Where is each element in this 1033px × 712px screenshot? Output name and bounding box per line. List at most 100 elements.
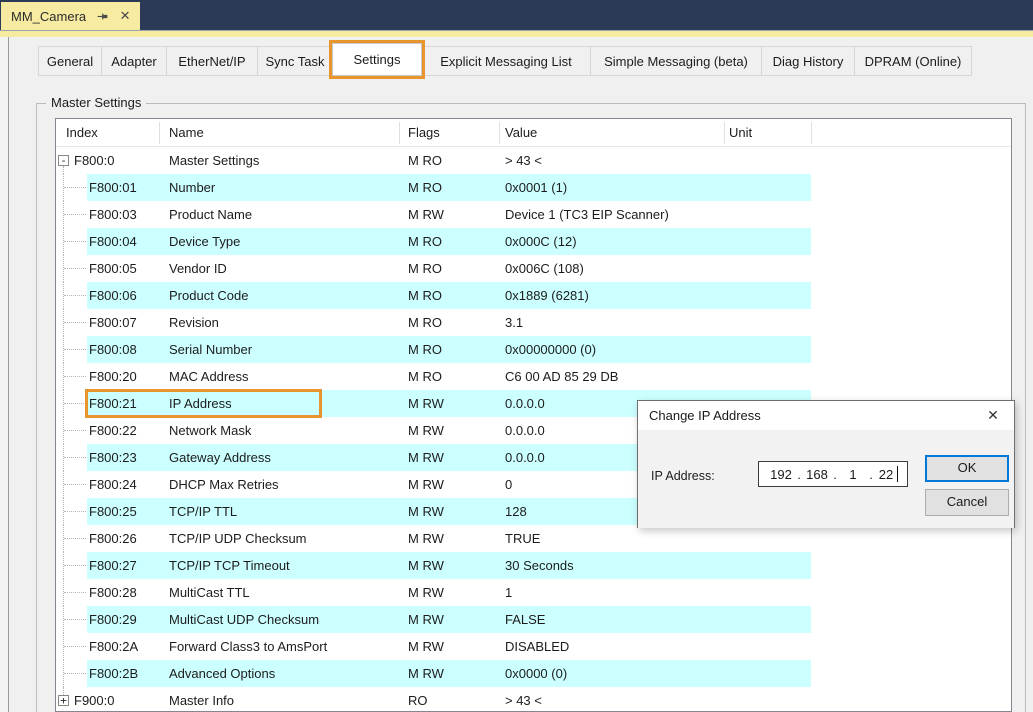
tab-ethernet-ip[interactable]: EtherNet/IP (166, 46, 258, 76)
document-tab-label: MM_Camera (11, 9, 86, 24)
row-flags: M RW (408, 525, 444, 552)
close-icon[interactable]: ✕ (118, 9, 132, 23)
table-row[interactable]: F800:2BAdvanced OptionsM RW0x0000 (0) (56, 660, 1011, 687)
column-separator[interactable] (811, 122, 812, 144)
tree-line (64, 295, 86, 296)
tab-dpram-online-[interactable]: DPRAM (Online) (854, 46, 972, 76)
tree-line (64, 349, 86, 350)
ip-octet-4: 22 (876, 467, 896, 482)
dialog-close-icon[interactable]: ✕ (972, 401, 1014, 430)
row-value: 3.1 (505, 309, 523, 336)
row-index: F800:08 (89, 336, 137, 363)
table-row[interactable]: F800:05Vendor IDM RO0x006C (108) (56, 255, 1011, 282)
row-name: MAC Address (169, 363, 248, 390)
dialog-body: IP Address: 192 . 168 . 1 . 22 OK Cancel (638, 430, 1014, 528)
tree-line (64, 322, 86, 323)
table-row[interactable]: F800:04Device TypeM RO0x000C (12) (56, 228, 1011, 255)
row-flags: RO (408, 687, 428, 712)
row-flags: M RW (408, 633, 444, 660)
row-flags: M RW (408, 201, 444, 228)
table-row[interactable]: F800:2AForward Class3 to AmsPortM RWDISA… (56, 633, 1011, 660)
row-flags: M RW (408, 471, 444, 498)
cancel-button[interactable]: Cancel (925, 489, 1009, 516)
row-value: TRUE (505, 525, 540, 552)
row-name: MultiCast UDP Checksum (169, 606, 319, 633)
row-value: 0.0.0.0 (505, 417, 545, 444)
document-tab[interactable]: MM_Camera ✕ (1, 2, 140, 30)
tree-line (64, 673, 86, 674)
table-row[interactable]: F800:20MAC AddressM ROC6 00 AD 85 29 DB (56, 363, 1011, 390)
row-flags: M RW (408, 444, 444, 471)
table-row[interactable]: +F900:0Master InfoRO> 43 < (56, 687, 1011, 712)
row-flags: M RW (408, 660, 444, 687)
table-row[interactable]: F800:28MultiCast TTLM RW1 (56, 579, 1011, 606)
row-index: F800:07 (89, 309, 137, 336)
table-row[interactable]: F800:08Serial NumberM RO0x00000000 (0) (56, 336, 1011, 363)
row-value: 0.0.0.0 (505, 390, 545, 417)
column-header-flags[interactable]: Flags (408, 119, 440, 147)
tree-line (64, 430, 86, 431)
row-flags: M RO (408, 282, 442, 309)
table-row[interactable]: -F800:0Master SettingsM RO> 43 < (56, 147, 1011, 174)
tab-general[interactable]: General (38, 46, 102, 76)
table-row[interactable]: F800:06Product CodeM RO0x1889 (6281) (56, 282, 1011, 309)
tree-line (63, 166, 64, 174)
column-header-value[interactable]: Value (505, 119, 537, 147)
ip-address-input[interactable]: 192 . 168 . 1 . 22 (758, 461, 908, 487)
column-separator[interactable] (499, 122, 500, 144)
ok-button[interactable]: OK (925, 455, 1009, 482)
row-name: TCP/IP TTL (169, 498, 237, 525)
tab-simple-messaging-beta-[interactable]: Simple Messaging (beta) (590, 46, 762, 76)
row-name: DHCP Max Retries (169, 471, 279, 498)
tree-line (64, 403, 86, 404)
tab-sync-task[interactable]: Sync Task (257, 46, 333, 76)
dialog-titlebar[interactable]: Change IP Address ✕ (638, 401, 1014, 430)
table-row[interactable]: F800:26TCP/IP UDP ChecksumM RWTRUE (56, 525, 1011, 552)
pin-icon[interactable] (95, 9, 109, 23)
column-header-index[interactable]: Index (66, 119, 98, 147)
tab-adapter[interactable]: Adapter (101, 46, 167, 76)
tab-explicit-messaging-list[interactable]: Explicit Messaging List (421, 46, 591, 76)
expand-icon[interactable]: + (58, 695, 69, 706)
row-index: F800:01 (89, 174, 137, 201)
column-header-unit[interactable]: Unit (729, 119, 752, 147)
row-value: > 43 < (505, 687, 542, 712)
row-value: 0x000C (12) (505, 228, 577, 255)
row-value: 0x0001 (1) (505, 174, 567, 201)
table-row[interactable]: F800:29 MultiCast UDP Checksum M RW FALSE (56, 606, 1011, 633)
groupbox-title: Master Settings (46, 95, 146, 110)
row-name: Product Name (169, 201, 252, 228)
tree-line (64, 646, 86, 647)
row-name: Forward Class3 to AmsPort (169, 633, 327, 660)
column-separator[interactable] (724, 122, 725, 144)
table-row[interactable]: F800:27TCP/IP TCP TimeoutM RW30 Seconds (56, 552, 1011, 579)
collapse-icon[interactable]: - (58, 155, 69, 166)
tree-line (64, 619, 86, 620)
table-row[interactable]: F800:07RevisionM RO3.1 (56, 309, 1011, 336)
tree-line (64, 565, 86, 566)
table-row[interactable]: F800:03Product NameM RWDevice 1 (TC3 EIP… (56, 201, 1011, 228)
row-index: F800:0 (74, 147, 114, 174)
row-flags: M RW (408, 390, 444, 417)
row-name: Number (169, 174, 215, 201)
table-row[interactable]: F800:01NumberM RO0x0001 (1) (56, 174, 1011, 201)
tab-settings[interactable]: Settings (332, 43, 422, 76)
row-value: 0x0000 (0) (505, 660, 567, 687)
row-value: FALSE (505, 606, 545, 633)
row-index: F800:04 (89, 228, 137, 255)
tree-line (64, 484, 86, 485)
tree-line (64, 214, 86, 215)
column-header-name[interactable]: Name (169, 119, 204, 147)
row-name: Vendor ID (169, 255, 227, 282)
tab-diag-history[interactable]: Diag History (761, 46, 855, 76)
row-name: Gateway Address (169, 444, 271, 471)
row-index: F800:29 (89, 606, 137, 633)
row-flags: M RO (408, 363, 442, 390)
row-value: 0.0.0.0 (505, 444, 545, 471)
row-name: Serial Number (169, 336, 252, 363)
row-flags: M RW (408, 606, 444, 633)
column-separator[interactable] (399, 122, 400, 144)
column-separator[interactable] (159, 122, 160, 144)
row-name: MultiCast TTL (169, 579, 250, 606)
ip-dot: . (866, 467, 876, 482)
